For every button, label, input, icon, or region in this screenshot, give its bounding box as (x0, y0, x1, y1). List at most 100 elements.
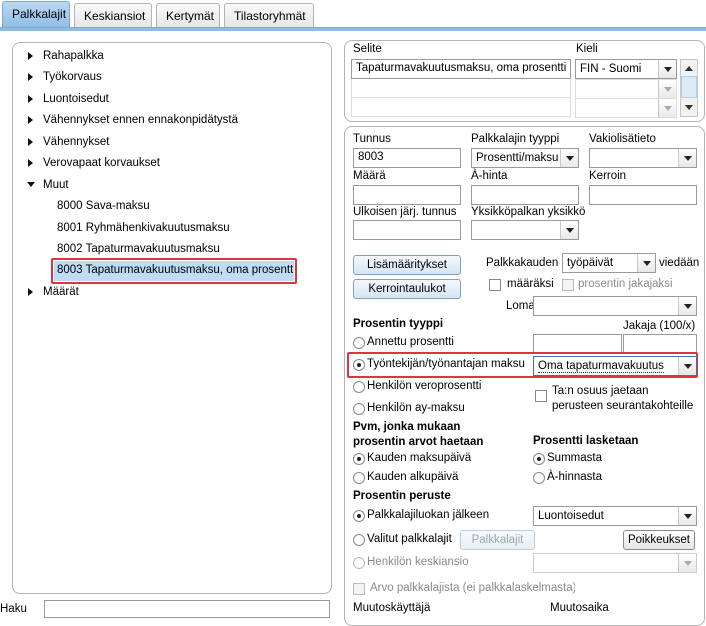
kauden-maksupaiva-radio[interactable] (353, 453, 365, 465)
chevron-down-icon[interactable] (560, 221, 578, 239)
tyontekija-maksu-select[interactable]: Oma tapaturmavakuutus (533, 356, 697, 376)
annettu-prosentti-label: Annettu prosentti (367, 336, 454, 348)
tree-item-8002[interactable]: 8002 Tapaturmavakuutusmaksu (57, 243, 220, 255)
selite-empty-row[interactable] (351, 98, 571, 117)
prosentin-jakajaksi-checkbox[interactable] (562, 279, 574, 291)
ahinta-input[interactable] (471, 185, 579, 205)
prosentin-peruste-title: Prosentin peruste (353, 490, 451, 502)
expand-arrow-icon[interactable] (28, 52, 33, 60)
tab-tilastoryhmat[interactable]: Tilastoryhmät (224, 3, 314, 27)
keskiansio-select[interactable] (533, 553, 697, 573)
scroll-thumb[interactable] (681, 76, 697, 98)
expand-arrow-icon[interactable] (28, 138, 33, 146)
kauden-alkupaiva-label: Kauden alkupäivä (367, 471, 459, 483)
lisamaaritykset-button[interactable]: Lisämääritykset (353, 255, 461, 275)
chevron-down-icon[interactable] (678, 357, 696, 375)
prosentin-jakajaksi-label: prosentin jakajaksi (578, 278, 673, 290)
a-hinnasta-radio[interactable] (533, 472, 545, 484)
palkkalajiluokan-jalkeen-radio[interactable] (353, 510, 365, 522)
tan-osuus-checkbox[interactable] (535, 390, 547, 402)
tree-item-tyokorvaus[interactable]: Työkorvaus (43, 71, 102, 83)
chevron-down-icon[interactable] (678, 554, 696, 572)
kauden-alkupaiva-radio[interactable] (353, 472, 365, 484)
search-input[interactable] (44, 600, 330, 618)
tab-palkkalajit[interactable]: Palkkalajit (2, 1, 70, 28)
annettu-prosentti-radio[interactable] (353, 337, 365, 349)
tree-item-muut[interactable]: Muut (43, 179, 69, 191)
chevron-down-icon[interactable] (658, 60, 676, 78)
tyyppi-select[interactable]: Prosentti/maksu (471, 148, 579, 168)
highlight-frame (51, 258, 297, 284)
tree-item-8001[interactable]: 8001 Ryhmähenkivakuutusmaksu (57, 222, 230, 234)
summasta-radio[interactable] (533, 453, 545, 465)
expand-arrow-icon[interactable] (28, 95, 33, 103)
tree-item-8000[interactable]: 8000 Sava-maksu (57, 200, 150, 212)
selite-label: Selite (353, 43, 382, 55)
muutoskayttaja-label: Muutoskäyttäjä (353, 602, 431, 614)
chevron-down-icon[interactable] (658, 80, 676, 98)
maara-label: Määrä (353, 170, 386, 182)
loma-select[interactable] (533, 296, 697, 316)
kieli-label: Kieli (576, 43, 598, 55)
kieli-select-empty[interactable] (575, 98, 677, 118)
henkilon-ay-maksu-radio[interactable] (353, 403, 365, 415)
chevron-down-icon[interactable] (678, 297, 696, 315)
chevron-down-icon[interactable] (678, 149, 696, 167)
tree-item-vahennykset[interactable]: Vähennykset (43, 136, 110, 148)
scroll-down-icon[interactable] (685, 105, 693, 110)
tree-item-rahapalkka[interactable]: Rahapalkka (43, 50, 104, 62)
collapse-arrow-icon[interactable] (27, 182, 35, 187)
arvo-palkkalajista-checkbox[interactable] (353, 583, 365, 595)
maaraksi-checkbox[interactable] (489, 279, 501, 291)
prosentti-lasketaan-title: Prosentti lasketaan (533, 435, 639, 447)
chevron-down-icon[interactable] (637, 254, 655, 272)
expand-arrow-icon[interactable] (28, 288, 33, 296)
tunnus-input[interactable]: 8003 (353, 148, 461, 168)
vakio-select[interactable] (589, 148, 697, 168)
scroll-up-icon[interactable] (685, 66, 693, 71)
valitut-palkkalajit-radio[interactable] (353, 534, 365, 546)
tyyppi-label: Palkkalajin tyyppi (471, 133, 560, 145)
summasta-label: Summasta (547, 452, 602, 464)
poikkeukset-button[interactable]: Poikkeukset (623, 530, 695, 550)
expand-arrow-icon[interactable] (28, 116, 33, 124)
henkilon-veroprosentti-radio[interactable] (353, 381, 365, 393)
tab-kertymat[interactable]: Kertymät (156, 3, 220, 27)
prosentin-tyyppi-title: Prosentin tyyppi (353, 318, 444, 330)
tree-item-verovapaat[interactable]: Verovapaat korvaukset (43, 157, 160, 169)
chevron-down-icon[interactable] (678, 507, 696, 525)
chevron-down-icon[interactable] (658, 99, 676, 117)
kerrointaulukot-button[interactable]: Kerrointaulukot (353, 279, 461, 299)
search-label: Haku (0, 603, 27, 615)
tab-keskiansiot[interactable]: Keskiansiot (74, 3, 152, 27)
prosentti-input[interactable] (533, 334, 622, 354)
tan-osuus-label: Ta:n osuus jaetaan perusteen seurantakoh… (552, 385, 694, 412)
tab-strip-line (0, 27, 706, 31)
ulkoisen-input[interactable] (353, 220, 461, 240)
tree-item-luontoisedut[interactable]: Luontoisedut (43, 93, 109, 105)
muutosaika-label: Muutosaika (550, 602, 609, 614)
tab-label: Keskiansiot (84, 9, 146, 23)
selite-input[interactable]: Tapaturmavakuutusmaksu, oma prosentti (351, 59, 571, 79)
maara-input[interactable] (353, 185, 461, 205)
kieli-select-empty[interactable] (575, 79, 677, 99)
tyontekija-maksu-radio[interactable] (353, 359, 365, 371)
jakaja-input[interactable] (623, 334, 697, 354)
viedaan-label: viedään (659, 257, 700, 269)
ulkoisen-label: Ulkoisen järj. tunnus (353, 206, 457, 218)
yksikko-select[interactable] (471, 220, 579, 240)
peruste-select[interactable]: Luontoisedut (533, 506, 697, 526)
palkkalajit-button[interactable]: Palkkalajit (460, 530, 535, 550)
kerroin-input[interactable] (589, 185, 697, 205)
chevron-down-icon[interactable] (560, 149, 578, 167)
description-scrollbar[interactable] (680, 59, 698, 117)
expand-arrow-icon[interactable] (28, 159, 33, 167)
kieli-select[interactable]: FIN - Suomi (575, 59, 677, 79)
tree-item-vahennykset-ennen[interactable]: Vähennykset ennen ennakonpidätystä (43, 114, 238, 126)
palkkakauden-value: työpäivät (567, 257, 614, 269)
tree-item-maarat[interactable]: Määrät (43, 286, 79, 298)
expand-arrow-icon[interactable] (28, 73, 33, 81)
selite-empty-row[interactable] (351, 79, 571, 98)
henkilon-keskiansio-radio[interactable] (353, 557, 365, 569)
palkkakauden-select[interactable]: työpäivät (562, 253, 656, 273)
